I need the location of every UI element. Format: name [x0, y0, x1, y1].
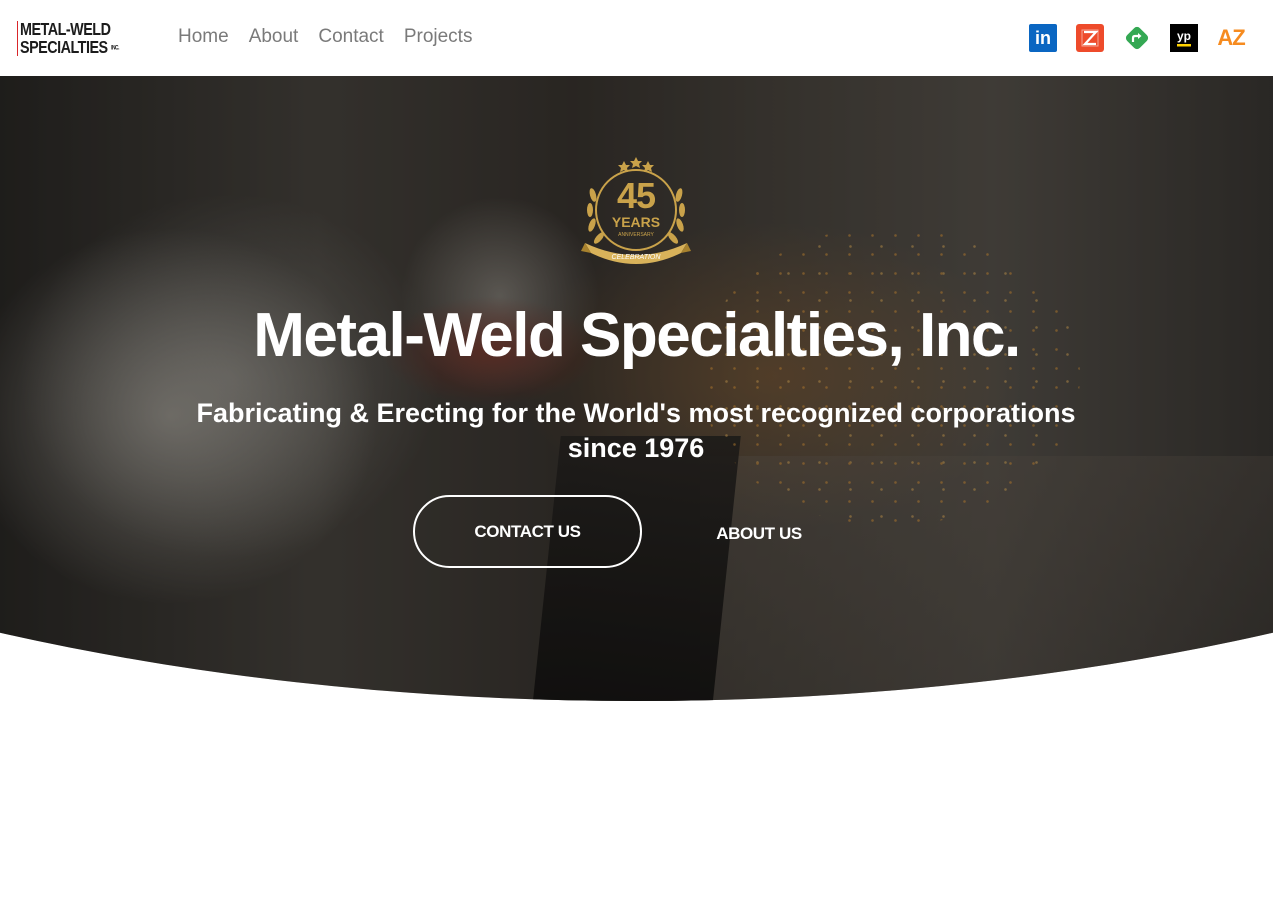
linkedin-glyph: in [1035, 27, 1051, 48]
logo-inc: INC. [111, 45, 120, 52]
hero-section: 45 YEARS ANNIVERSARY CELEBRATION Metal-W… [0, 76, 1273, 701]
ziprecruiter-icon[interactable] [1076, 24, 1104, 52]
nav-about[interactable]: About [249, 25, 299, 49]
logo-line-2-text: SPECIALTIES [20, 37, 108, 57]
main-nav: Home About Contact Projects [178, 25, 492, 49]
social-links: in yp AZ [1010, 24, 1246, 52]
logo-line-1: METAL-WELD [20, 18, 111, 39]
badge-anniversary: ANNIVERSARY [618, 232, 654, 238]
badge-ribbon: CELEBRATION [612, 254, 662, 261]
about-us-button[interactable]: ABOUT US [690, 495, 828, 572]
svg-text:yp: yp [1177, 29, 1191, 43]
badge-number: 45 [617, 175, 656, 216]
nav-home[interactable]: Home [178, 25, 229, 49]
logo-line-2: SPECIALTIES INC. [20, 37, 120, 57]
directions-icon[interactable] [1123, 24, 1151, 52]
yellowpages-icon[interactable]: yp [1170, 24, 1198, 52]
anniversary-badge-icon: 45 YEARS ANNIVERSARY CELEBRATION [581, 157, 691, 264]
linkedin-icon[interactable]: in [1029, 24, 1057, 52]
hero-title: Metal-Weld Specialties, Inc. [253, 301, 1021, 370]
badge-years: YEARS [612, 214, 660, 230]
contact-us-button[interactable]: CONTACT US [413, 495, 642, 568]
company-logo[interactable]: METAL-WELD SPECIALTIES INC. [17, 20, 141, 57]
az-icon[interactable]: AZ [1217, 24, 1245, 52]
nav-projects[interactable]: Projects [404, 25, 473, 49]
hero-subtitle: Fabricating & Erecting for the World's m… [196, 398, 1076, 463]
nav-contact[interactable]: Contact [318, 25, 383, 49]
az-glyph: AZ [1217, 25, 1245, 50]
site-header: METAL-WELD SPECIALTIES INC. Home About C… [0, 0, 1273, 76]
logo-wordmark: METAL-WELD SPECIALTIES INC. [20, 18, 141, 57]
